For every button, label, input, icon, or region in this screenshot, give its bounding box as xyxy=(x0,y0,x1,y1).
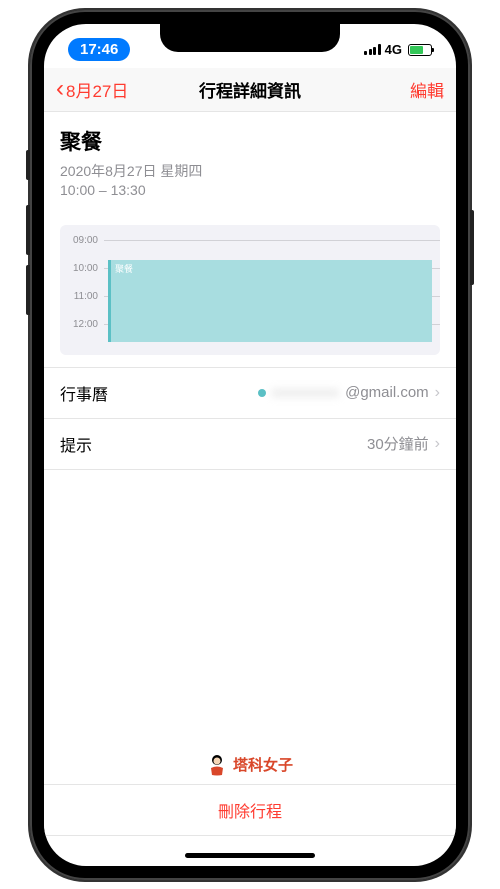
watermark-character-icon xyxy=(207,754,227,776)
chevron-left-icon: ‹ xyxy=(56,77,64,101)
alert-value-text: 30分鐘前 xyxy=(367,433,429,454)
timeline-event-block[interactable]: 聚餐 xyxy=(108,260,432,342)
event-date: 2020年8月27日 星期四 xyxy=(60,162,440,182)
status-indicators: 4G xyxy=(364,42,432,57)
back-label: 8月27日 xyxy=(66,77,128,102)
alert-row-value: 30分鐘前 › xyxy=(367,433,440,454)
timeline-gridline xyxy=(104,240,440,241)
calendar-row-label: 行事曆 xyxy=(60,381,108,405)
content-area: 聚餐 2020年8月27日 星期四 10:00 – 13:30 09:00 10… xyxy=(44,112,456,470)
calendar-row-value: xxxxxxxxx @gmail.com › xyxy=(258,384,440,402)
navigation-bar: ‹ 8月27日 行程詳細資訊 編輯 xyxy=(44,68,456,112)
calendar-email-suffix: @gmail.com xyxy=(345,384,429,401)
delete-section: 刪除行程 xyxy=(44,784,456,836)
timeline-hour-label: 12:00 xyxy=(60,317,104,330)
event-time: 10:00 – 13:30 xyxy=(60,181,440,201)
timeline-hour-label: 11:00 xyxy=(60,289,104,302)
phone-screen: 17:46 4G ‹ 8月27日 行程詳細資訊 編輯 聚餐 202 xyxy=(44,24,456,866)
timeline-hour-label: 09:00 xyxy=(60,233,104,246)
phone-power-button xyxy=(470,210,474,285)
battery-fill xyxy=(410,46,423,54)
alert-row-label: 提示 xyxy=(60,432,92,456)
alert-row[interactable]: 提示 30分鐘前 › xyxy=(44,419,456,470)
chevron-right-icon: › xyxy=(435,384,440,402)
calendar-color-dot-icon xyxy=(258,389,266,397)
chevron-right-icon: › xyxy=(435,435,440,453)
phone-volume-up xyxy=(26,205,30,255)
phone-mute-switch xyxy=(26,150,30,180)
status-time-pill[interactable]: 17:46 xyxy=(68,38,130,61)
battery-icon xyxy=(408,44,432,56)
phone-frame: 17:46 4G ‹ 8月27日 行程詳細資訊 編輯 聚餐 202 xyxy=(30,10,470,880)
watermark-text: 塔科女子 xyxy=(233,754,293,775)
detail-rows: 行事曆 xxxxxxxxx @gmail.com › 提示 30分鐘前 › xyxy=(44,367,456,470)
delete-event-button[interactable]: 刪除行程 xyxy=(44,785,456,835)
calendar-email-hidden: xxxxxxxxx xyxy=(272,384,340,401)
network-type: 4G xyxy=(385,42,402,57)
timeline-preview[interactable]: 09:00 10:00 11:00 12:00 聚餐 xyxy=(60,225,440,355)
calendar-row[interactable]: 行事曆 xxxxxxxxx @gmail.com › xyxy=(44,367,456,419)
home-indicator[interactable] xyxy=(185,853,315,858)
phone-notch xyxy=(160,24,340,52)
timeline-hour-label: 10:00 xyxy=(60,261,104,274)
page-title: 行程詳細資訊 xyxy=(199,77,301,102)
event-header: 聚餐 2020年8月27日 星期四 10:00 – 13:30 xyxy=(44,112,456,213)
cellular-signal-icon xyxy=(364,44,381,55)
event-title: 聚餐 xyxy=(60,126,440,156)
edit-button[interactable]: 編輯 xyxy=(364,77,444,102)
phone-volume-down xyxy=(26,265,30,315)
back-button[interactable]: ‹ 8月27日 xyxy=(56,77,136,102)
watermark: 塔科女子 xyxy=(207,754,293,776)
